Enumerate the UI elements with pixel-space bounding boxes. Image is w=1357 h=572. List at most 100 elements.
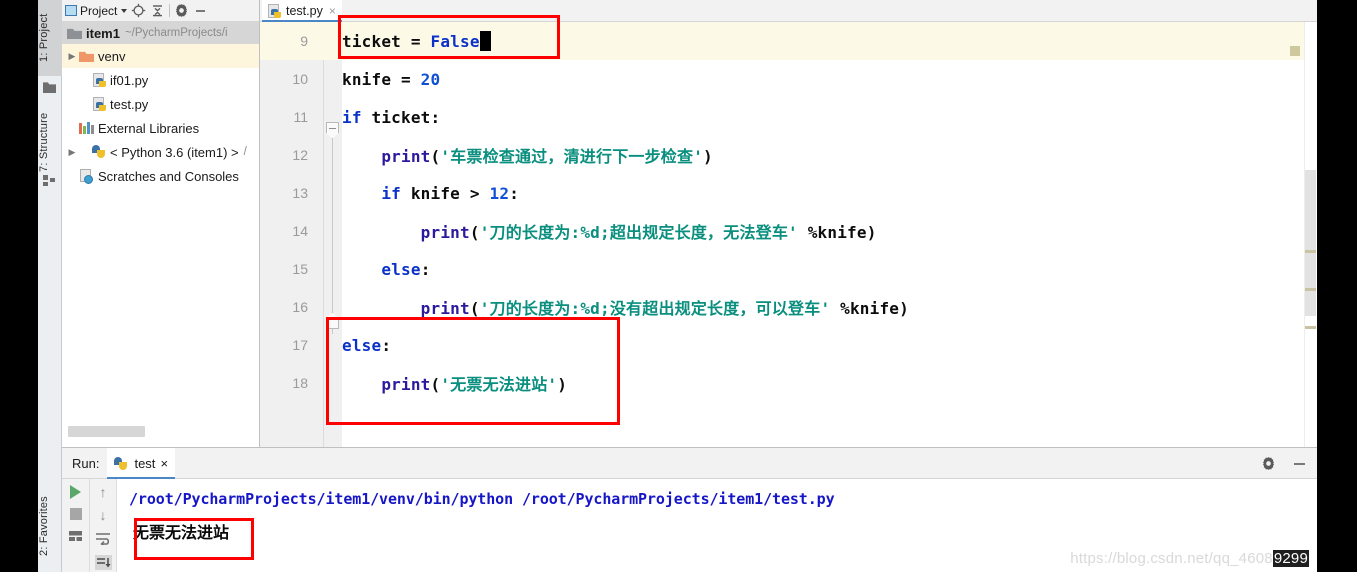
tree-item-scratches[interactable]: Scratches and Consoles [62,164,259,188]
tool-tab-favorites-label: 2: Favorites [38,496,50,556]
code-text: print('刀的长度为:%d;超出规定长度，无法登车' %knife) [342,219,877,243]
run-panel-header-actions [1261,448,1307,479]
tree-item-label: test.py [110,96,149,112]
project-tool-window: Project item1 ~/PycharmProjects/i ▶ venv… [62,0,260,447]
up-arrow-icon[interactable]: ↑ [100,485,107,499]
editor-warning-marker[interactable] [1290,46,1300,56]
token-kw: else [381,259,421,279]
console-program-output: 无票无法进站 [133,523,230,542]
tree-item-python-interpreter[interactable]: ▶ < Python 3.6 (item1) > / [62,140,259,164]
code-line-18[interactable]: 18 print('无票无法进站') [260,364,1317,402]
code-text: if knife > 12: [342,184,519,203]
run-tab-test[interactable]: test × [107,447,176,479]
scroll-to-end-icon[interactable] [94,555,112,570]
code-text: ticket = False [342,31,491,51]
tree-item-label: < Python 3.6 (item1) > [110,144,239,160]
token-num: 20 [420,69,441,89]
code-lines: 9 ticket = False 10 knife = 20 11 if ticket: 1… [260,22,1317,447]
code-line-16[interactable]: 16 print('刀的长度为:%d;没有超出规定长度，可以登车' %knife… [260,288,1317,326]
line-number: 16 [292,299,308,315]
tree-item-item1[interactable]: item1 ~/PycharmProjects/i [62,22,259,44]
print-icon[interactable] [67,529,84,544]
editor-tab-testpy[interactable]: test.py × [262,0,342,22]
code-line-9[interactable]: 9 ticket = False [260,22,1317,60]
run-toolbar-left [62,479,90,572]
token-fn: print [381,147,431,166]
editor-scrollbar[interactable] [1304,22,1317,447]
tool-tab-favorites[interactable]: 2: Favorites [38,482,62,570]
line-number: 18 [292,375,308,391]
code-line-11[interactable]: 11 if ticket: [260,98,1317,136]
token-blk: ticket: [361,107,441,127]
expand-arrow-icon[interactable]: ▶ [66,147,78,157]
token-num: 12 [489,183,510,203]
project-horizontal-scrollbar[interactable] [62,426,259,437]
token-blk: : [381,335,392,355]
chevron-down-icon[interactable] [121,8,128,13]
code-line-12[interactable]: 12 print('车票检查通过，清进行下一步检查') [260,136,1317,174]
code-line-15[interactable]: 15 else: [260,250,1317,288]
scrollbar-thumb[interactable] [1305,170,1316,316]
minimize-icon[interactable] [1292,456,1307,471]
run-tool-window: Run: test × ↑ ↓ /root/PycharmProjects/it… [62,447,1317,572]
folder-orange-icon [78,48,95,64]
tool-tab-project-label: 1: Project [38,13,50,63]
tree-item-path: ~/PycharmProjects/i [124,27,228,39]
project-panel-header: Project [62,0,259,22]
tree-item-external-libraries[interactable]: External Libraries [62,116,259,140]
code-editor[interactable]: 9 ticket = False 10 knife = 20 11 if ticket: 1… [260,22,1317,447]
token-kw: False [430,32,480,51]
tree-item-testpy[interactable]: test.py [62,92,259,116]
code-line-13[interactable]: 13 if knife > 12: [260,174,1317,212]
minimize-icon[interactable] [193,3,208,18]
project-panel-title[interactable]: Project [65,4,128,18]
soft-wrap-icon[interactable] [95,531,112,547]
run-tab-label: test [134,455,156,471]
token-blk: ( [469,299,480,318]
project-tree: item1 ~/PycharmProjects/i ▶ venv if01.py… [62,22,259,188]
editor-tab-label: test.py [286,4,323,18]
token-fn: print [420,223,470,242]
token-blk: : [420,259,431,279]
gear-icon[interactable] [1261,456,1276,471]
tree-item-label: item1 [86,25,120,41]
token-blk: : [509,183,520,203]
code-line-10[interactable]: 10 knife = 20 [260,60,1317,98]
console-command: /root/PycharmProjects/item1/venv/bin/pyt… [129,490,835,508]
line-number: 13 [292,185,308,201]
token-str: '刀的长度为:%d;没有超出规定长度，可以登车' [479,299,831,318]
token-blk: ) [557,375,568,394]
code-line-17[interactable]: 17 else: [260,326,1317,364]
project-view-icon [65,5,77,16]
libraries-icon [78,120,95,136]
code-text: knife = 20 [342,70,440,89]
close-icon[interactable]: × [329,4,336,18]
line-number: 17 [292,337,308,353]
close-icon[interactable]: × [160,456,168,471]
stop-icon[interactable] [69,508,82,520]
gear-icon[interactable] [174,3,189,18]
scrollbar-marker [1305,250,1316,253]
token-blk: knife = [342,69,421,89]
line-number: 11 [293,109,308,125]
tree-item-label: if01.py [110,72,149,88]
tree-item-if01py[interactable]: if01.py [62,68,259,92]
expand-arrow-icon[interactable]: ▶ [66,51,78,61]
token-blk: ) [703,147,713,166]
folder-gray-icon [66,25,83,41]
python-file-icon [90,72,107,88]
locate-target-icon[interactable] [131,3,146,18]
run-panel-header: Run: test × [62,447,1317,479]
collapse-all-icon[interactable] [150,3,165,18]
tool-tab-project[interactable]: 1: Project [38,0,62,76]
code-line-14[interactable]: 14 print('刀的长度为:%d;超出规定长度，无法登车' %knife) [260,212,1317,250]
editor-tab-bar: test.py × [260,0,1317,22]
tree-item-venv[interactable]: ▶ venv [62,44,259,68]
scrollbar-thumb[interactable] [68,426,145,437]
watermark: https://blog.csdn.net/qq_46089299 [1070,550,1309,567]
run-icon[interactable] [70,485,81,499]
console-output[interactable]: /root/PycharmProjects/item1/venv/bin/pyt… [117,479,1317,572]
token-kw: if [381,183,402,203]
python-file-icon [90,96,107,112]
down-arrow-icon[interactable]: ↓ [100,508,107,522]
